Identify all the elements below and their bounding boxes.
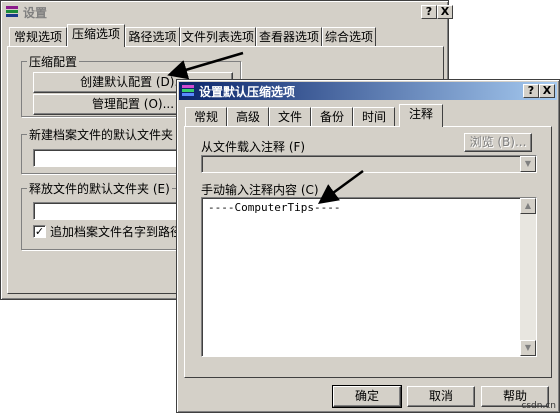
browse-button[interactable]: 浏览 (B)... <box>464 133 532 152</box>
watermark: csdn.cn <box>521 401 556 411</box>
tab-file-list[interactable]: 文件列表选项 <box>180 27 256 47</box>
dialog-title-bar[interactable]: 设置默认压缩选项 ? X <box>179 82 557 100</box>
settings-title-bar[interactable]: 设置 ? X <box>3 3 453 21</box>
new-archive-folder-input[interactable] <box>33 149 183 167</box>
tab-comment[interactable]: 注释 <box>399 104 443 127</box>
new-archive-folder-label: 新建档案文件的默认文件夹 (F <box>27 126 191 143</box>
load-comment-from-file-label: 从文件载入注释 (F) <box>201 140 306 154</box>
extract-folder-label: 释放文件的默认文件夹 (E) <box>27 180 172 197</box>
tab-compression[interactable]: 压缩选项 <box>67 24 125 47</box>
default-compression-dialog: 设置默认压缩选项 ? X 常规 高级 文件 备份 时间 注释 从文件载入注释 (… <box>176 79 560 413</box>
scroll-down-icon[interactable]: ▼ <box>520 340 536 356</box>
comment-text: ----ComputerTips---- <box>208 201 341 214</box>
tab-paths[interactable]: 路径选项 <box>125 27 180 47</box>
tab-time[interactable]: 时间 <box>353 107 395 127</box>
comment-textarea[interactable]: ----ComputerTips---- ▲ ▼ <box>201 197 537 357</box>
tab-general[interactable]: 常规 <box>185 107 227 127</box>
tab-backup[interactable]: 备份 <box>311 107 353 127</box>
close-icon[interactable]: X <box>437 5 453 19</box>
winrar-icon <box>181 84 195 98</box>
tab-general[interactable]: 常规选项 <box>9 27 67 47</box>
tab-files[interactable]: 文件 <box>269 107 311 127</box>
chevron-down-icon[interactable]: ▼ <box>520 156 536 172</box>
comment-file-combo[interactable]: ▼ <box>201 155 537 173</box>
tab-advanced[interactable]: 高级 <box>227 107 269 127</box>
winrar-icon <box>5 5 19 19</box>
extract-folder-input[interactable] <box>33 202 183 220</box>
manual-comment-label: 手动输入注释内容 (C) <box>201 183 319 197</box>
compress-profile-label: 压缩配置 <box>27 53 80 70</box>
scroll-up-icon[interactable]: ▲ <box>520 198 536 214</box>
tab-viewer[interactable]: 查看器选项 <box>256 27 322 47</box>
close-icon[interactable]: X <box>539 84 555 98</box>
settings-title: 设置 <box>23 5 48 20</box>
append-archive-name-label: 追加档案文件名字到路径中 <box>50 225 195 239</box>
help-icon[interactable]: ? <box>421 5 437 19</box>
comment-scrollbar[interactable]: ▲ ▼ <box>520 198 536 356</box>
cancel-button[interactable]: 取消 <box>407 386 475 407</box>
ok-button[interactable]: 确定 <box>332 385 402 408</box>
append-archive-name-checkbox[interactable]: ✓ <box>33 225 46 238</box>
dialog-title: 设置默认压缩选项 <box>199 84 296 99</box>
help-icon[interactable]: ? <box>523 84 539 98</box>
tab-misc[interactable]: 综合选项 <box>322 27 376 47</box>
